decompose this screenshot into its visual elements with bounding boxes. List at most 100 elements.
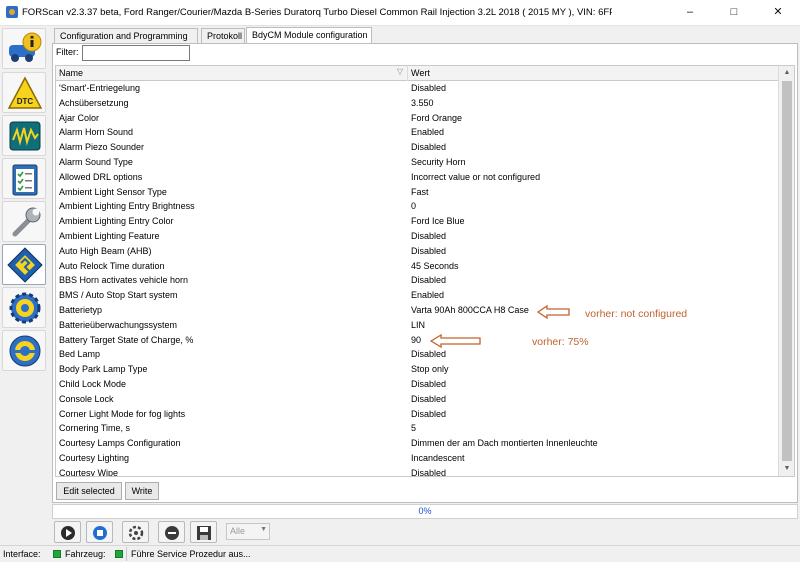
maximize-button[interactable]: □ <box>712 0 756 26</box>
table-row[interactable]: Bed Lamp Disabled <box>56 348 778 363</box>
close-button[interactable]: ✕ <box>756 0 800 26</box>
table-row[interactable]: Ambient Lighting Feature Disabled <box>56 230 778 245</box>
vehicle-label: Fahrzeug: <box>65 549 106 559</box>
row-value: Ford Orange <box>411 112 463 123</box>
sidebar: DTC <box>0 26 48 546</box>
vertical-scrollbar[interactable]: ▲ ▼ <box>778 66 794 476</box>
table-row[interactable]: Ambient Lighting Entry Color Ford Ice Blu… <box>56 215 778 230</box>
table-row[interactable]: Cornering Time, s 5 <box>56 422 778 437</box>
table-row[interactable]: BBS Horn activates vehicle horn Disabled <box>56 274 778 289</box>
dtc-icon: DTC <box>7 76 43 109</box>
row-name: Corner Light Mode for fog lights <box>59 408 186 419</box>
row-name: 'Smart'-Entriegelung <box>59 83 140 93</box>
table-row[interactable]: Alarm Sound Type Security Horn <box>56 156 778 171</box>
row-name: Courtesy Wipe <box>59 467 119 477</box>
sidebar-item-gear[interactable] <box>2 287 46 328</box>
row-name: Allowed DRL options <box>59 171 143 182</box>
status-separator <box>126 547 127 561</box>
sidebar-item-steering[interactable] <box>2 330 46 371</box>
sidebar-item-checklist[interactable] <box>2 158 46 199</box>
table-row[interactable]: Batterieüberwachungssystem LIN <box>56 319 778 334</box>
row-value: Disabled <box>411 349 447 360</box>
edit-selected-button[interactable]: Edit selected <box>56 482 122 500</box>
row-value: Disabled <box>411 142 447 153</box>
progress-text: 0% <box>418 506 432 516</box>
table-row[interactable]: Courtesy Lamps Configuration Dimmen der a… <box>56 437 778 452</box>
row-value: Disabled <box>411 275 447 286</box>
svg-text:DTC: DTC <box>17 97 34 106</box>
table-row[interactable]: Courtesy Lighting Incandescent <box>56 452 778 467</box>
column-header-name[interactable]: Name ▽ <box>56 66 408 81</box>
row-name: Auto High Beam (AHB) <box>59 245 152 256</box>
row-value: 45 Seconds <box>411 260 459 271</box>
filter-input[interactable] <box>82 45 190 61</box>
play-icon <box>61 526 75 540</box>
cancel-icon <box>165 526 179 540</box>
table-row[interactable]: Courtesy Wipe Disabled <box>56 467 778 477</box>
write-button[interactable]: Write <box>125 482 159 500</box>
row-value: Incorrect value or not configured <box>411 171 541 182</box>
row-value: Disabled <box>411 83 447 93</box>
table-row[interactable]: Achsübersetzung 3.550 <box>56 97 778 112</box>
cycle-button[interactable] <box>122 521 149 543</box>
row-value: Varta 90Ah 800CCA H8 Case <box>411 304 529 315</box>
row-name: Achsübersetzung <box>59 97 129 108</box>
scroll-down-icon[interactable]: ▼ <box>779 462 794 476</box>
table-row[interactable]: Corner Light Mode for fog lights Disabled <box>56 408 778 423</box>
chip-icon <box>7 247 43 283</box>
annotation-arrow-charge <box>430 333 481 349</box>
table-row[interactable]: Ambient Light Sensor Type Fast <box>56 186 778 201</box>
row-name: Ambient Lighting Entry Color <box>59 216 174 227</box>
sidebar-item-info[interactable] <box>2 28 46 69</box>
stop-button[interactable] <box>86 521 113 543</box>
filter-select[interactable]: Alle ▼ <box>226 523 270 540</box>
save-icon <box>197 526 211 540</box>
table-row[interactable]: Alarm Horn Sound Enabled <box>56 126 778 141</box>
table-row[interactable]: Battery Target State of Charge, % 90 <box>56 334 778 349</box>
sidebar-item-chip[interactable] <box>2 244 46 285</box>
table-row[interactable]: Ambient Lighting Entry Brightness 0 <box>56 200 778 215</box>
info-icon <box>9 32 42 62</box>
table-row[interactable]: Body Park Lamp Type Stop only <box>56 363 778 378</box>
row-value: 0 <box>411 201 417 212</box>
table-row[interactable]: BMS / Auto Stop Start system Enabled <box>56 289 778 304</box>
sidebar-item-oscilloscope[interactable] <box>2 115 46 156</box>
tab-protokoll[interactable]: Protokoll <box>201 28 245 44</box>
scroll-up-icon[interactable]: ▲ <box>779 66 794 80</box>
annotation-note-charge: vorher: 75% <box>532 336 589 348</box>
row-name: Bed Lamp <box>59 349 101 360</box>
sidebar-item-wrench[interactable] <box>2 201 46 242</box>
scroll-thumb[interactable] <box>782 81 792 461</box>
title-bar: FORScan v2.3.37 beta, Ford Ranger/Courie… <box>0 0 800 26</box>
row-name: Console Lock <box>59 393 114 404</box>
row-name: Battery Target State of Charge, % <box>59 334 194 345</box>
table-row[interactable]: Auto Relock Time duration 45 Seconds <box>56 260 778 275</box>
table-row[interactable]: Auto High Beam (AHB) Disabled <box>56 245 778 260</box>
row-name: Auto Relock Time duration <box>59 260 165 271</box>
table-row[interactable]: Ajar Color Ford Orange <box>56 112 778 127</box>
row-value: 3.550 <box>411 97 434 108</box>
table-row[interactable]: Child Lock Mode Disabled <box>56 378 778 393</box>
table-row[interactable]: Alarm Piezo Sounder Disabled <box>56 141 778 156</box>
row-name: Courtesy Lighting <box>59 452 130 463</box>
row-name: Cornering Time, s <box>59 423 131 434</box>
row-name: Alarm Horn Sound <box>59 127 134 138</box>
annotation-arrow-batterietyp <box>537 304 570 320</box>
tab-bdycm-module-configuration[interactable]: BdyCM Module configuration <box>246 27 372 44</box>
row-name: Courtesy Lamps Configuration <box>59 438 181 449</box>
minimize-button[interactable]: – <box>668 0 712 26</box>
table-row[interactable]: Console Lock Disabled <box>56 393 778 408</box>
sidebar-item-dtc[interactable]: DTC <box>2 72 46 113</box>
row-name: Batterietyp <box>59 304 103 315</box>
vehicle-status-icon <box>115 550 123 558</box>
config-panel: Filter: Name ▽ Wert 'Smart'-Entriegelung… <box>52 43 798 503</box>
run-button[interactable] <box>54 521 81 543</box>
tab-configuration-programming[interactable]: Configuration and Programming <box>54 28 198 44</box>
row-name: Alarm Sound Type <box>59 156 133 167</box>
table-row[interactable]: 'Smart'-Entriegelung Disabled <box>56 82 778 97</box>
column-header-value[interactable]: Wert <box>408 66 778 81</box>
save-button[interactable] <box>190 521 217 543</box>
table-row[interactable]: Allowed DRL options Incorrect value or no… <box>56 171 778 186</box>
chevron-down-icon: ▼ <box>260 526 267 533</box>
cancel-button[interactable] <box>158 521 185 543</box>
